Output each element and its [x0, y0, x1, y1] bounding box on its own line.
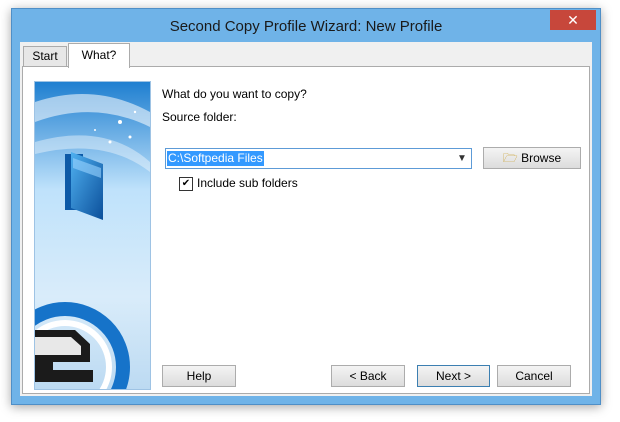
include-subfolders-label: Include sub folders [197, 176, 298, 190]
tab-start[interactable]: Start [23, 46, 67, 66]
window-title: Second Copy Profile Wizard: New Profile [169, 18, 443, 35]
close-button[interactable]: ✕ [550, 10, 596, 30]
tab-what[interactable]: What? [68, 43, 130, 68]
question-label: What do you want to copy? [162, 87, 307, 101]
title-bar[interactable]: Second Copy Profile Wizard: New Profile … [12, 9, 600, 42]
wizard-illustration [34, 81, 151, 390]
next-button[interactable]: Next > [417, 365, 490, 387]
chevron-down-icon[interactable]: ▼ [455, 152, 469, 166]
source-folder-value: C:\Softpedia Files [167, 151, 264, 166]
folder-swirl-graphic [35, 82, 150, 389]
browse-button[interactable]: 🗁 Browse [483, 147, 581, 169]
help-button[interactable]: Help [162, 365, 236, 387]
source-folder-label: Source folder: [162, 110, 237, 124]
wizard-panel: What do you want to copy? Source folder:… [22, 66, 590, 394]
include-subfolders-checkbox[interactable]: ✔ [179, 177, 193, 191]
wizard-window: Second Copy Profile Wizard: New Profile … [11, 8, 601, 405]
browse-label: Browse [521, 151, 562, 165]
source-folder-combobox[interactable]: C:\Softpedia Files ▼ [165, 148, 472, 169]
folder-icon [65, 152, 103, 220]
folder-open-icon: 🗁 [502, 151, 518, 165]
back-button[interactable]: < Back [331, 365, 405, 387]
cancel-button[interactable]: Cancel [497, 365, 571, 387]
client-area: Start What? What do you want to copy? So… [20, 42, 592, 396]
